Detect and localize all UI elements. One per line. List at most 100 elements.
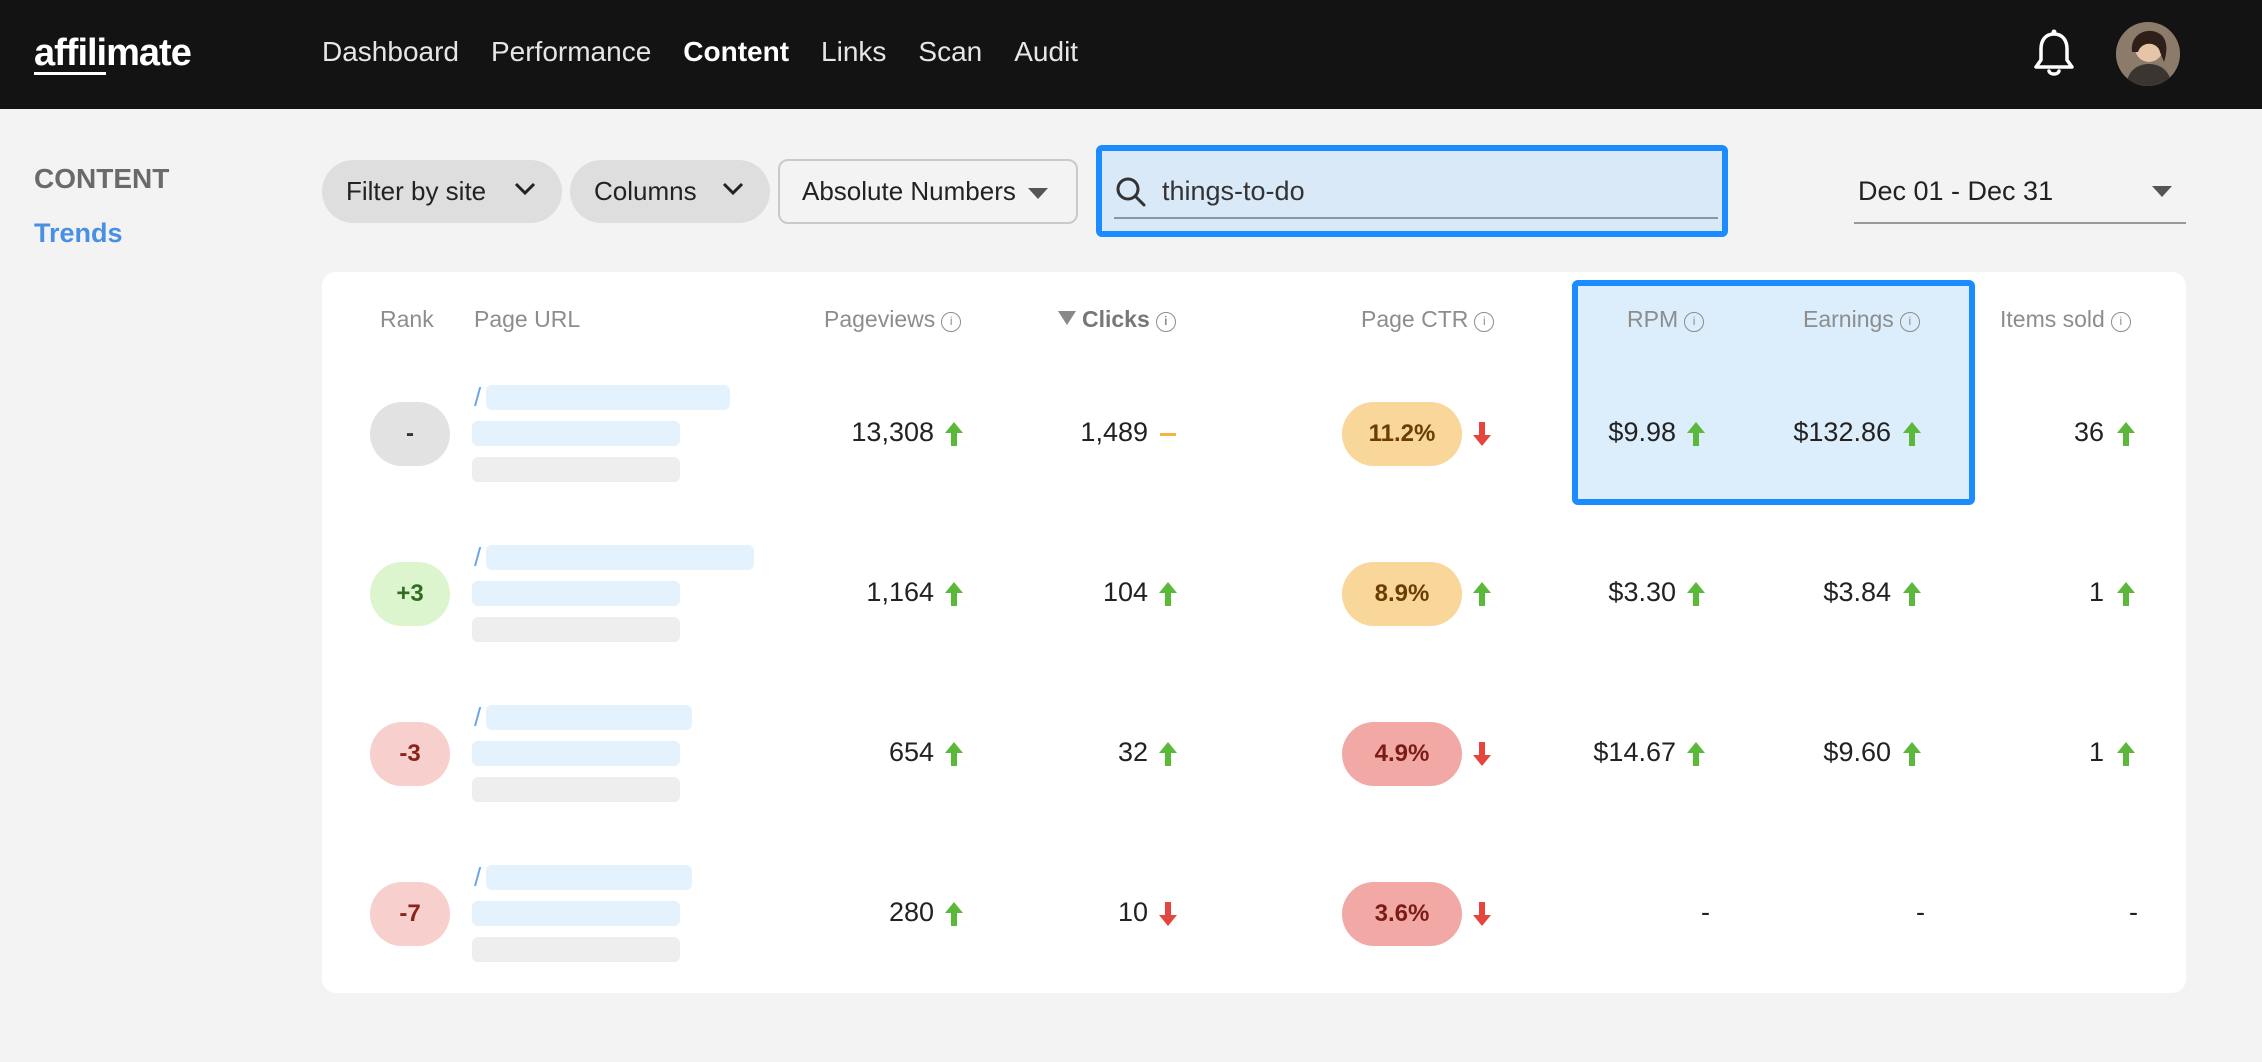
page-meta-placeholder <box>472 617 680 642</box>
header-clicks[interactable]: Clicks i <box>1058 306 1176 333</box>
arrow-up-icon <box>1903 422 1921 446</box>
page-meta-placeholder <box>472 457 680 482</box>
page-title-placeholder <box>472 421 680 446</box>
nav-audit[interactable]: Audit <box>1014 36 1078 68</box>
page-url-placeholder[interactable] <box>486 865 692 890</box>
items-sold-value: 36 <box>2073 417 2104 447</box>
header-items-sold-label: Items sold <box>2000 306 2105 332</box>
sidebar-item-trends[interactable]: Trends <box>34 218 123 249</box>
header-earnings[interactable]: Earnings i <box>1803 306 1920 333</box>
nav-dashboard[interactable]: Dashboard <box>322 36 459 68</box>
items-sold-value: - <box>2129 897 2138 927</box>
items-sold-value: 1 <box>2088 577 2104 607</box>
header-page-ctr[interactable]: Page CTR i <box>1361 306 1495 333</box>
sort-desc-icon <box>1058 311 1076 325</box>
rpm-value: $3.30 <box>1608 577 1676 607</box>
header-rpm[interactable]: RPM i <box>1627 306 1705 333</box>
search-icon <box>1116 177 1146 207</box>
arrow-up-icon <box>1687 422 1705 446</box>
page-ctr-badge: 11.2% <box>1342 402 1462 466</box>
header-page-url[interactable]: Page URL <box>474 306 580 333</box>
nav-links[interactable]: Links <box>821 36 886 68</box>
columns-button[interactable]: Columns <box>570 160 770 223</box>
arrow-up-icon <box>945 422 963 446</box>
filter-by-site-label: Filter by site <box>346 176 487 206</box>
arrow-up-icon <box>1687 742 1705 766</box>
arrow-down-icon <box>1473 742 1491 766</box>
earnings-value: $132.86 <box>1793 417 1891 447</box>
rank-change-badge: -7 <box>370 882 450 946</box>
date-range-value: Dec 01 - Dec 31 <box>1858 176 2054 206</box>
avatar[interactable] <box>2116 22 2180 86</box>
nav-scan[interactable]: Scan <box>918 36 982 68</box>
page-url-placeholder[interactable] <box>486 545 754 570</box>
clicks-value: 1,489 <box>1080 417 1148 447</box>
pageviews-value: 1,164 <box>866 577 934 607</box>
arrow-up-icon <box>1473 582 1491 606</box>
page-url-link[interactable]: / <box>474 862 481 893</box>
avatar-image <box>2116 22 2180 86</box>
nav-content[interactable]: Content <box>683 36 789 68</box>
chevron-down-icon <box>722 182 744 196</box>
header-rpm-label: RPM <box>1627 306 1679 332</box>
number-mode-select[interactable]: Absolute Numbers <box>778 159 1078 224</box>
filter-by-site-button[interactable]: Filter by site <box>322 160 562 223</box>
page-meta-placeholder <box>472 777 680 802</box>
arrow-up-icon <box>1687 582 1705 606</box>
header-rank-label: Rank <box>380 306 434 332</box>
header-page-ctr-label: Page CTR <box>1361 306 1469 332</box>
clicks-value: 10 <box>1117 897 1148 927</box>
page-ctr-badge: 3.6% <box>1342 882 1462 946</box>
info-icon[interactable]: i <box>1899 312 1920 332</box>
flat-trend-icon <box>1160 433 1176 436</box>
page-url-link[interactable]: / <box>474 702 481 733</box>
caret-down-icon <box>2152 186 2172 197</box>
arrow-up-icon <box>945 582 963 606</box>
arrow-up-icon <box>1903 582 1921 606</box>
page-meta-placeholder <box>472 937 680 962</box>
page-ctr-badge: 8.9% <box>1342 562 1462 626</box>
arrow-down-icon <box>1159 902 1177 926</box>
pageviews-value: 13,308 <box>851 417 934 447</box>
header-pageviews-label: Pageviews <box>824 306 936 332</box>
header-rank[interactable]: Rank <box>380 306 434 333</box>
date-range-underline <box>1854 222 2186 224</box>
clicks-value: 104 <box>1102 577 1148 607</box>
arrow-up-icon <box>2117 422 2135 446</box>
header-clicks-label: Clicks <box>1082 306 1150 332</box>
caret-down-icon <box>1028 188 1048 199</box>
earnings-value: $9.60 <box>1823 737 1891 767</box>
info-icon[interactable]: i <box>1155 312 1176 332</box>
nav-performance[interactable]: Performance <box>491 36 651 68</box>
logo-underline <box>34 72 106 75</box>
page-url-link[interactable]: / <box>474 542 481 573</box>
pageviews-value: 654 <box>888 737 934 767</box>
search-input[interactable] <box>1162 169 1712 213</box>
arrow-up-icon <box>945 742 963 766</box>
info-icon[interactable]: i <box>941 312 962 332</box>
arrow-down-icon <box>1473 902 1491 926</box>
rank-change-badge: - <box>370 402 450 466</box>
info-icon[interactable]: i <box>1474 312 1495 332</box>
arrow-down-icon <box>1473 422 1491 446</box>
brand-logo[interactable]: affilimate <box>34 32 192 75</box>
pageviews-value: 280 <box>888 897 934 927</box>
header-pageviews[interactable]: Pageviews i <box>824 306 962 333</box>
info-icon[interactable]: i <box>1684 312 1705 332</box>
info-icon[interactable]: i <box>2110 312 2131 332</box>
page-url-placeholder[interactable] <box>486 385 730 410</box>
earnings-value: - <box>1916 897 1925 927</box>
earnings-value: $3.84 <box>1823 577 1891 607</box>
arrow-up-icon <box>945 902 963 926</box>
columns-label: Columns <box>594 176 697 206</box>
clicks-value: 32 <box>1117 737 1148 767</box>
page-url-link[interactable]: / <box>474 382 481 413</box>
items-sold-value: 1 <box>2088 737 2104 767</box>
header-items-sold[interactable]: Items sold i <box>2000 306 2131 333</box>
bell-icon[interactable] <box>2030 28 2078 80</box>
page-url-placeholder[interactable] <box>486 705 692 730</box>
rpm-value: $9.98 <box>1608 417 1676 447</box>
search-underline <box>1114 217 1718 219</box>
date-range-select[interactable]: Dec 01 - Dec 31 <box>1854 172 2186 224</box>
header-earnings-label: Earnings <box>1803 306 1894 332</box>
